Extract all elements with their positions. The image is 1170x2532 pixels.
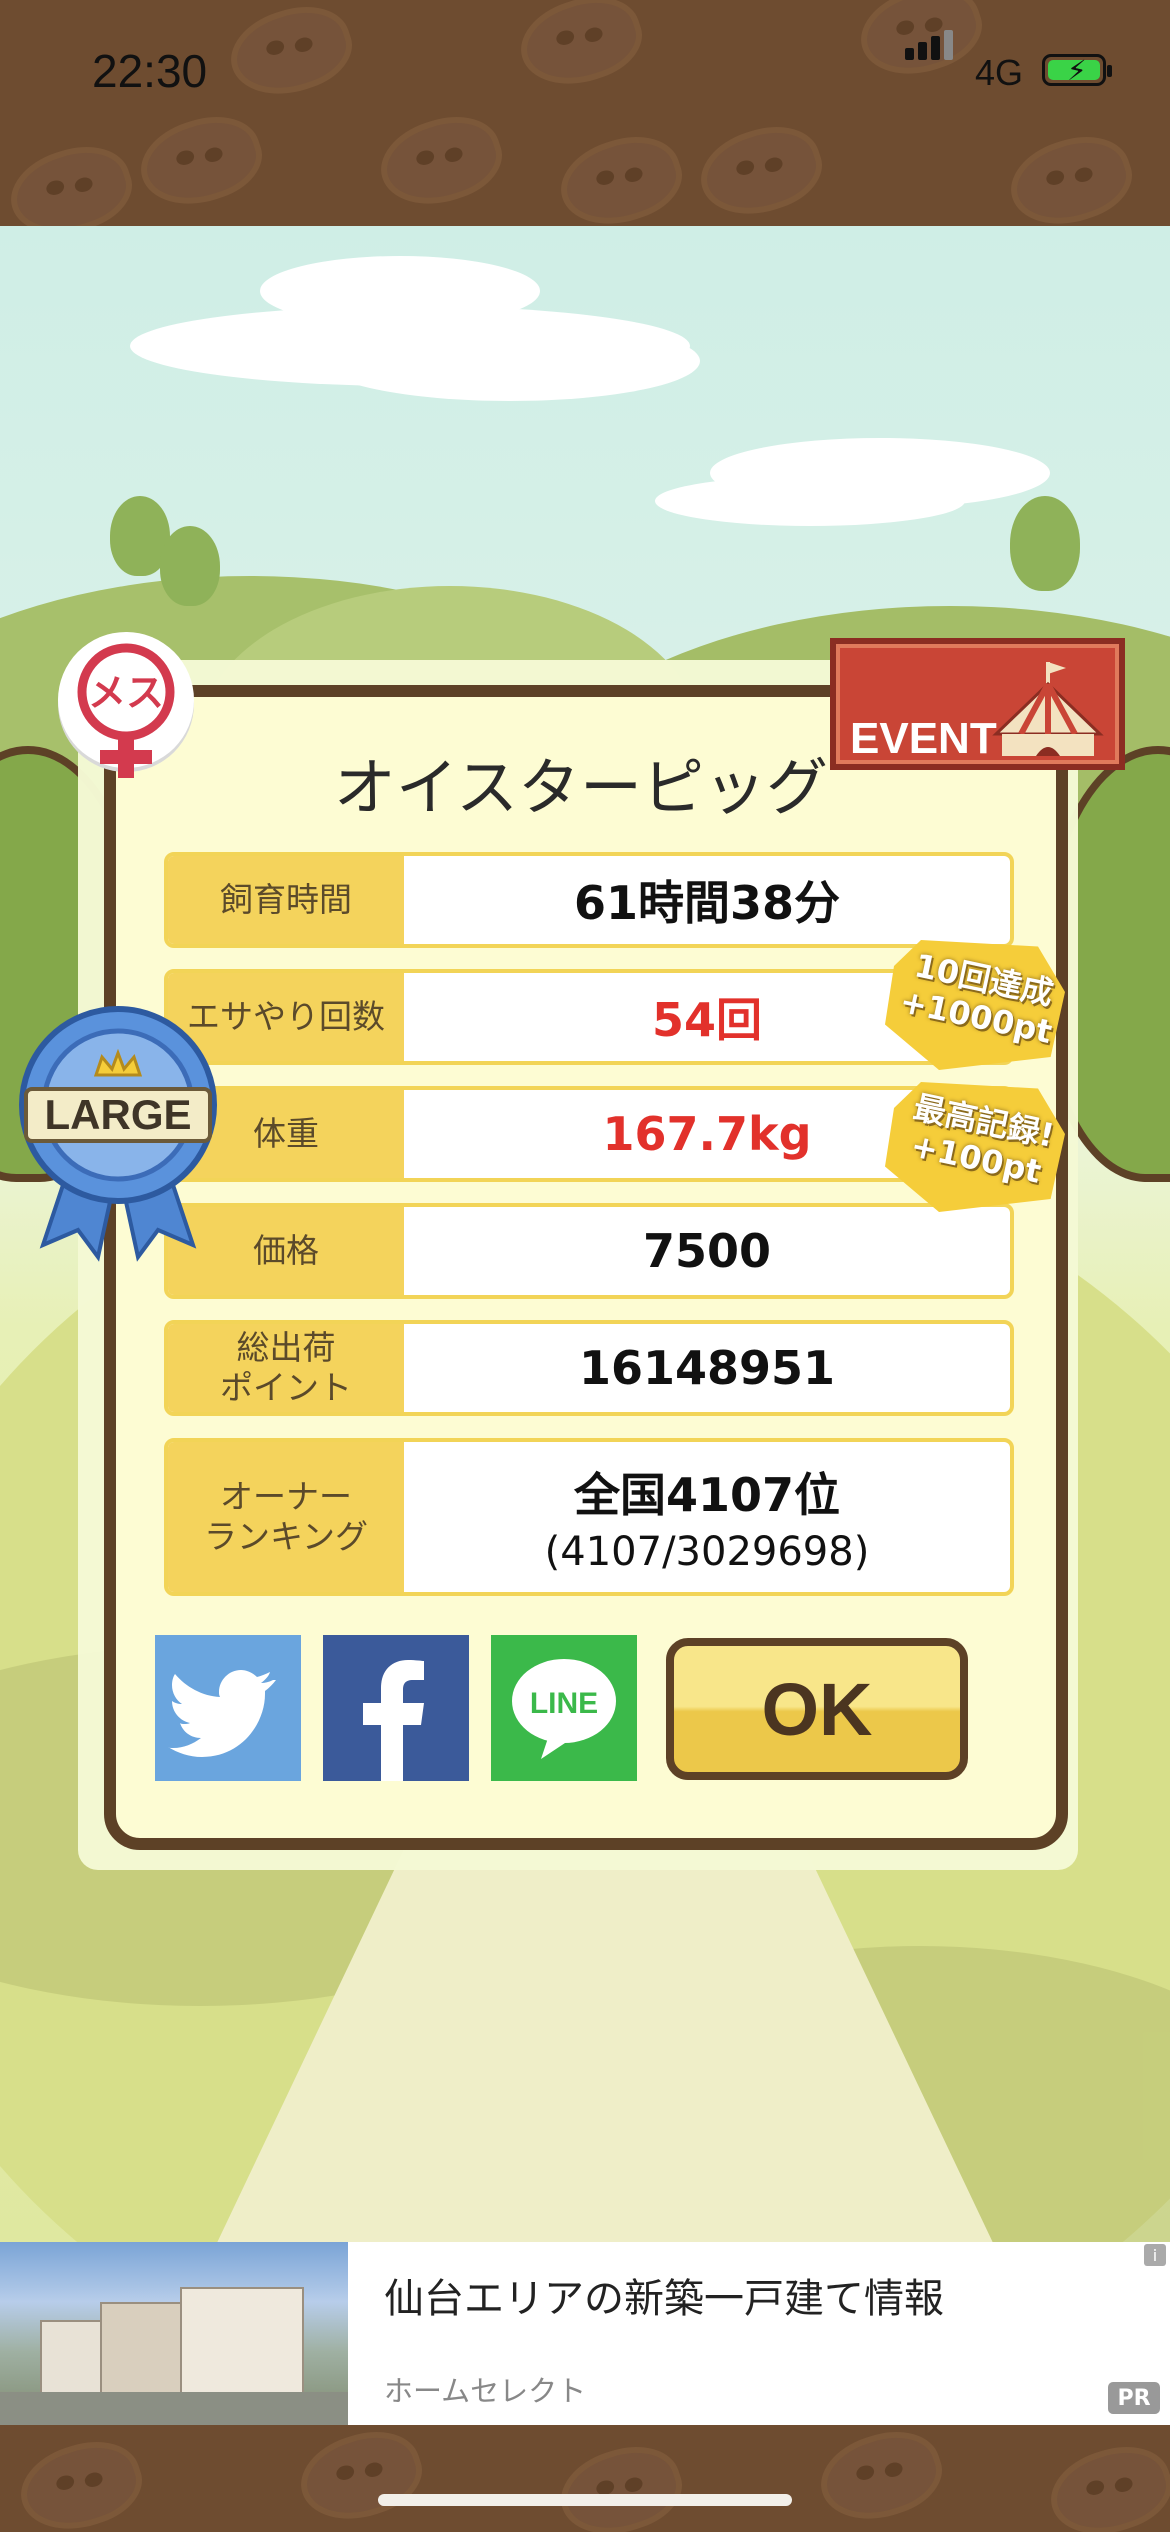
stat-label: 総出荷 ポイント — [168, 1324, 404, 1412]
home-indicator[interactable] — [378, 2494, 792, 2506]
ad-source: ホームセレクト — [384, 2374, 587, 2408]
stat-value: 61時間38分 — [573, 876, 841, 930]
event-badge: EVENT — [830, 638, 1125, 770]
twitter-share-button[interactable] — [155, 1635, 301, 1781]
stat-label: 飼育時間 — [168, 856, 404, 944]
twitter-icon — [168, 1670, 276, 1757]
stat-value: 16148951 — [578, 1341, 836, 1395]
large-label: LARGE — [45, 1091, 192, 1138]
female-badge: メス — [58, 632, 194, 778]
facebook-icon — [363, 1660, 424, 1781]
ad-pr-badge: PR — [1108, 2382, 1160, 2414]
battery-icon: ⚡ — [1042, 54, 1112, 87]
large-ribbon-badge: LARGE — [18, 995, 218, 1265]
network-label: 4G — [975, 52, 1024, 93]
info-icon[interactable]: i — [1144, 2244, 1166, 2266]
line-label: LINE — [530, 1687, 598, 1720]
ad-banner[interactable]: 仙台エリアの新築一戸建て情報 ホームセレクト PR i — [0, 2242, 1170, 2425]
ok-button[interactable]: OK — [666, 1638, 968, 1780]
ranking-position: 全国4107位 — [573, 1468, 841, 1522]
bonus-badge-best-record: 最高記録! +100pt — [885, 1082, 1065, 1212]
stat-row-total-points: 総出荷 ポイント 16148951 — [164, 1320, 1014, 1416]
stat-label: オーナー ランキング — [168, 1442, 404, 1592]
female-label: メス — [88, 671, 164, 715]
crown-icon — [93, 1048, 143, 1077]
stat-row-price: 価格 7500 — [164, 1203, 1014, 1299]
stat-value: 7500 — [642, 1224, 772, 1278]
ranking-detail: (4107/3029698) — [544, 1529, 870, 1575]
ranking-value: 全国4107位 (4107/3029698) — [404, 1442, 1010, 1592]
status-time: 22:30 — [92, 45, 208, 97]
female-icon: メス — [77, 643, 175, 778]
stat-row-breeding-time: 飼育時間 61時間38分 — [164, 852, 1014, 948]
bonus-badge-10-times: 10回達成 +1000pt — [885, 940, 1065, 1070]
event-label: EVENT — [850, 714, 997, 763]
status-bar: 22:30 4G ⚡ — [0, 0, 1170, 226]
ad-title[interactable]: 仙台エリアの新築一戸建て情報 — [384, 2266, 944, 2324]
tent-icon — [992, 662, 1104, 756]
stat-row-owner-ranking: オーナー ランキング 全国4107位 (4107/3029698) — [164, 1438, 1014, 1596]
line-icon: LINE — [512, 1659, 616, 1759]
ad-image — [0, 2242, 348, 2425]
facebook-share-button[interactable] — [323, 1635, 469, 1781]
line-share-button[interactable]: LINE — [491, 1635, 637, 1781]
bottom-bar — [0, 2425, 1170, 2532]
